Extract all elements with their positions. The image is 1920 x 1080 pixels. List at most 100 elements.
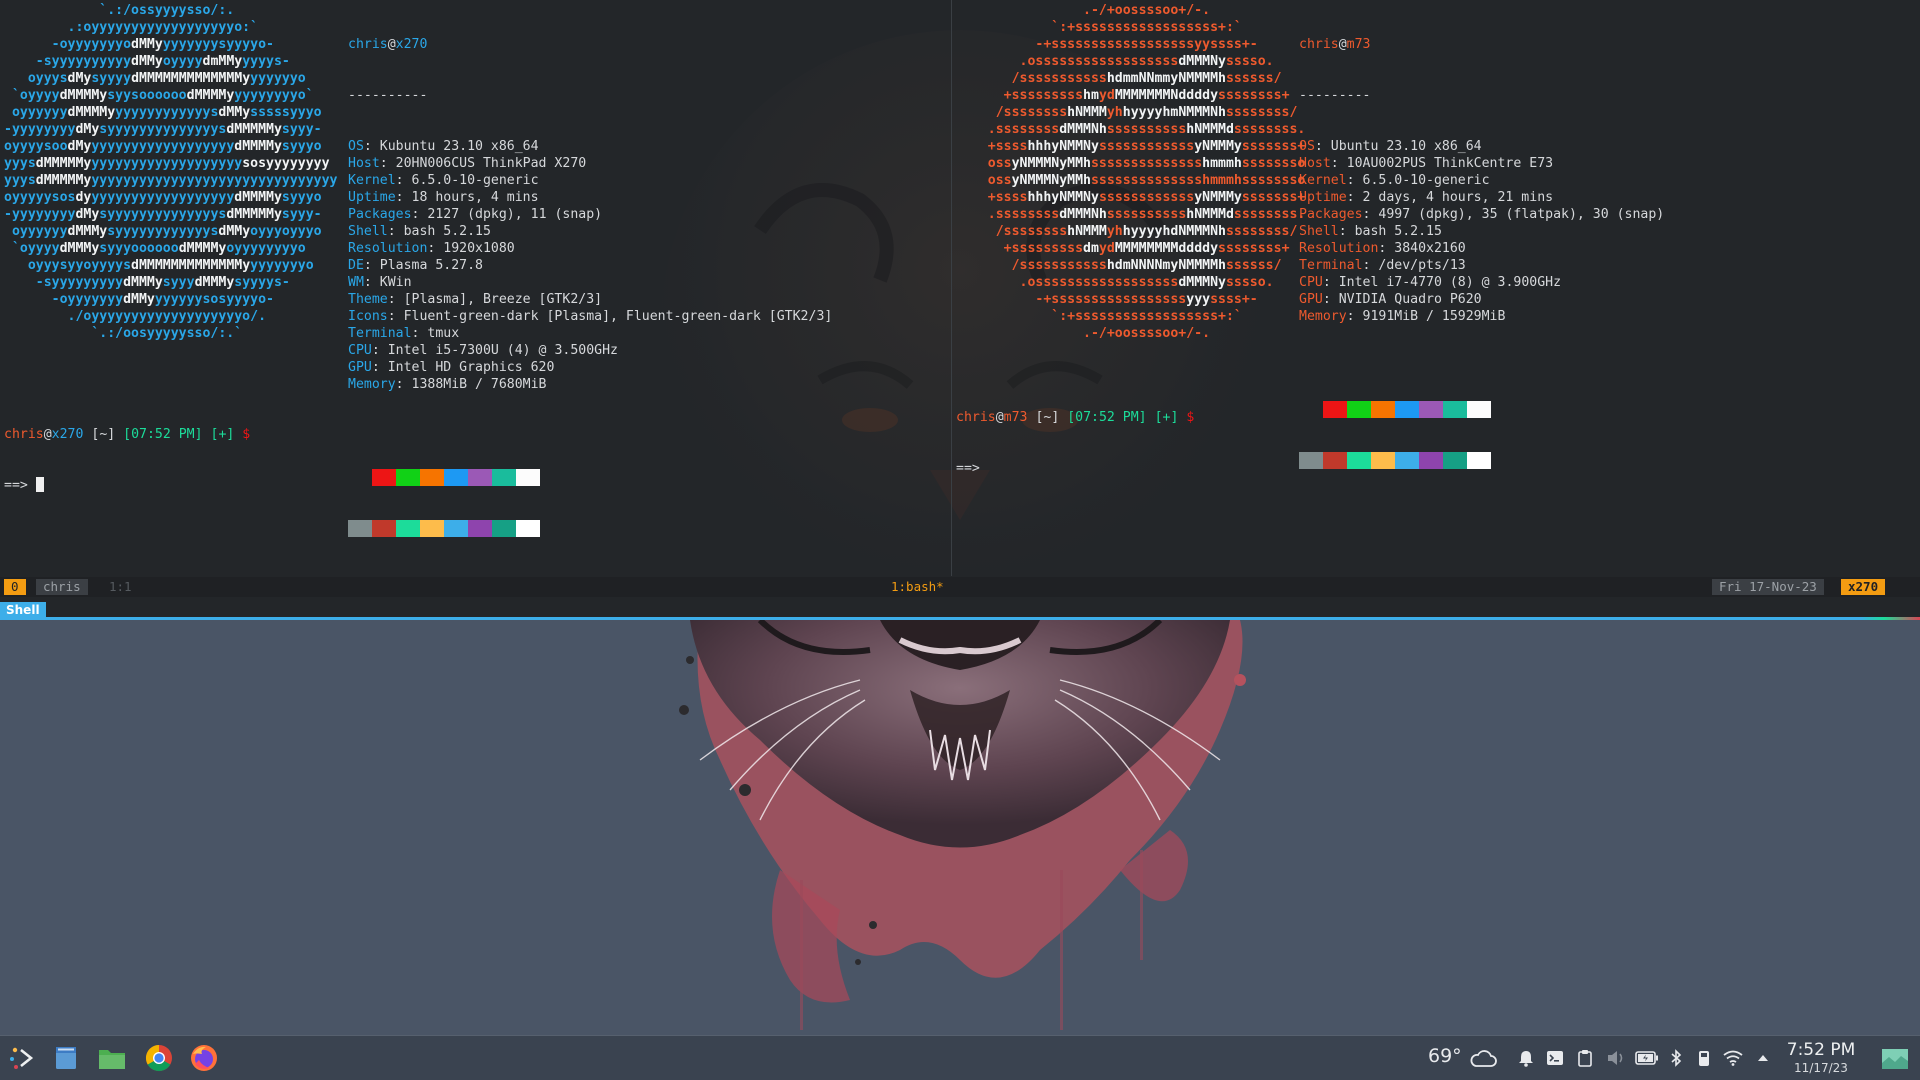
color-palette xyxy=(348,435,832,571)
cloud-icon[interactable] xyxy=(1468,1047,1498,1069)
ascii-logo-line: +sssssssssdmydMMMMMMMMddddyssssssss+ xyxy=(956,241,1290,256)
notes-icon[interactable] xyxy=(44,1036,88,1080)
terminal-tray-icon[interactable] xyxy=(1544,1047,1566,1069)
color-swatch xyxy=(348,469,372,486)
desktop-wallpaper[interactable] xyxy=(0,620,1920,1035)
neofetch-row-shell: Shell: bash 5.2.15 xyxy=(348,224,491,239)
neofetch-row-memory: Memory: 1388MiB / 7680MiB xyxy=(348,377,547,392)
show-desktop-icon[interactable] xyxy=(1880,1046,1910,1072)
color-swatch xyxy=(1395,401,1419,418)
plasma-taskbar: 69° 7:52 PM 11/17/23 xyxy=(0,1035,1920,1080)
files-icon[interactable] xyxy=(90,1036,134,1080)
neofetch-row-resolution: Resolution: 1920x1080 xyxy=(348,241,515,256)
ascii-logo-line: oyyyyysosdyyyyyyyyyyyyyyyyyyydMMMMysyyyo xyxy=(4,190,322,205)
color-swatch xyxy=(1347,401,1371,418)
ascii-logo-line: -yyyyyyyydMysyyyyyyyyyyyyyysdMMMMMysyyy- xyxy=(4,122,322,137)
color-swatch xyxy=(1443,452,1467,469)
color-swatch xyxy=(372,520,396,537)
tmux-session-number[interactable]: 0 xyxy=(4,579,26,595)
tmux-window-tab[interactable]: 1:bash* xyxy=(884,579,951,595)
tmux-pane-right[interactable]: .-/+oossssoo+/-. `:+ssssssssssssssssss+:… xyxy=(953,0,1913,576)
neofetch-row-icons: Icons: Fluent-green-dark [Plasma], Fluen… xyxy=(348,309,833,324)
color-swatch xyxy=(1443,401,1467,418)
neofetch-row-terminal: Terminal: tmux xyxy=(348,326,460,341)
ascii-logo-line: oyyysdMysyyyydMMMMMMMMMMMMMyyyyyyyo xyxy=(4,71,306,86)
color-swatch xyxy=(1467,452,1491,469)
chevron-up-icon[interactable] xyxy=(1754,1047,1772,1069)
launcher-icon[interactable] xyxy=(0,1036,44,1080)
device-notifier-icon[interactable] xyxy=(1694,1047,1714,1069)
ascii-logo-line: /ssssssssssshdmmNNmmyNMMMMhssssss/ xyxy=(956,71,1282,86)
neofetch-row-terminal: Terminal: /dev/pts/13 xyxy=(1299,258,1466,273)
color-swatch xyxy=(1419,401,1443,418)
ascii-logo-line: /ssssssssssshdmNNNNmyNMMMMhssssss/ xyxy=(956,258,1282,273)
ascii-logo-line: .ossssssssssssssssssdMMMNysssso. xyxy=(956,275,1274,290)
yakuake-terminal[interactable]: `.:/ossyyyysso/:. .:oyyyyyyyyyyyyyyyyyyo… xyxy=(0,0,1920,600)
ascii-logo-line: +sssshhhyNMMNyssssssssssssyNMMMysssssss+ xyxy=(956,139,1306,154)
ascii-logo-line: ./oyyyyyyyyyyyyyyyyyyyo/. xyxy=(4,309,267,324)
neofetch-row-memory: Memory: 9191MiB / 15929MiB xyxy=(1299,309,1506,324)
ascii-logo-line: -syyyyyyyyydMMMysyyydMMMysyyyys- xyxy=(4,275,290,290)
color-swatch xyxy=(348,520,372,537)
ascii-logo-line: `.:/ossyyyysso/:. xyxy=(4,3,235,18)
tmux-session-user: chris xyxy=(36,579,88,595)
color-swatch xyxy=(1371,401,1395,418)
color-swatch xyxy=(1299,452,1323,469)
shell-prompt-right[interactable]: chris@m73 [~] [07:52 PM] [+] $ ==> xyxy=(956,375,1194,511)
tmux-pane-position: 1:1 xyxy=(109,579,132,594)
neofetch-separator: ---------- xyxy=(348,88,428,103)
clock-time[interactable]: 7:52 PM xyxy=(1786,1040,1856,1060)
neofetch-row-uptime: Uptime: 18 hours, 4 mins xyxy=(348,190,539,205)
shell-prompt-left[interactable]: chris@x270 [~] [07:52 PM] [+] $ ==> xyxy=(4,392,250,528)
ascii-logo-line: .ssssssssdMMMNhsssssssssshNMMMdssssssss. xyxy=(956,122,1306,137)
color-swatch xyxy=(468,469,492,486)
ascii-logo-line: -+ssssssssssssssssssyyssss+- xyxy=(956,37,1258,52)
prompt-arrow: ==> xyxy=(956,461,980,476)
neofetch-row-wm: WM: KWin xyxy=(348,275,412,290)
ascii-logo-line: oyyyyyydMMMysyyyyyyyyyyyysdMMyoyyyoyyyo xyxy=(4,224,322,239)
color-swatch xyxy=(420,520,444,537)
color-swatch xyxy=(444,469,468,486)
battery-icon[interactable] xyxy=(1634,1047,1660,1069)
ascii-logo-line: /sssssssshNMMMyhhyyyyhdNMMMNhssssssss/ xyxy=(956,224,1298,239)
neofetch-row-packages: Packages: 4997 (dpkg), 35 (flatpak), 30 … xyxy=(1299,207,1665,222)
tmux-status-bar: 0 chris 1:1 1:bash* Fri 17-Nov-23 x270 xyxy=(0,577,1920,597)
neofetch-row-theme: Theme: [Plasma], Breeze [GTK2/3] xyxy=(348,292,603,307)
neofetch-row-kernel: Kernel: 6.5.0-10-generic xyxy=(1299,173,1490,188)
clock-date[interactable]: 11/17/23 xyxy=(1786,1061,1856,1075)
neofetch-row-host: Host: 10AU002PUS ThinkCentre E73 xyxy=(1299,156,1554,171)
neofetch-row-packages: Packages: 2127 (dpkg), 11 (snap) xyxy=(348,207,603,222)
neofetch-info-right: chris@m73 --------- OS: Ubuntu 23.10 x86… xyxy=(1299,2,1664,537)
ascii-logo-line: `:+ssssssssssssssssss+:` xyxy=(956,309,1242,324)
ascii-logo-line: oyyysyyoyyyysdMMMMMMMMMMMMMyyyyyyyyo xyxy=(4,258,314,273)
notification-bell-icon[interactable] xyxy=(1516,1047,1536,1069)
ascii-logo-line: `.:/oosyyyyysso/:.` xyxy=(4,326,243,341)
ascii-logo-line: oyyyyyydMMMMyyyyyyyyyyyyysdMMysssssyyyo xyxy=(4,105,322,120)
pane-divider[interactable] xyxy=(951,0,952,576)
bluetooth-icon[interactable] xyxy=(1666,1047,1686,1069)
tiger-wallpaper-art xyxy=(679,620,1246,1030)
neofetch-row-os: OS: Ubuntu 23.10 x86_64 xyxy=(1299,139,1482,154)
color-swatch xyxy=(1467,401,1491,418)
ascii-logo-line: ossyNMMMNyMMhsssssssssssssshmmmhssssssso xyxy=(956,156,1306,171)
prompt-arrow: ==> xyxy=(4,478,28,493)
chrome-icon[interactable] xyxy=(137,1036,181,1080)
clipboard-icon[interactable] xyxy=(1574,1047,1596,1069)
firefox-icon[interactable] xyxy=(182,1036,226,1080)
tmux-hostname: x270 xyxy=(1841,579,1886,595)
ascii-logo-line: -oyyyyyyyodMMyyyyyyyysyyyyo- xyxy=(4,37,274,52)
ascii-logo-kubuntu: `.:/ossyyyysso/:. .:oyyyyyyyyyyyyyyyyyyo… xyxy=(4,2,338,342)
color-swatch xyxy=(1419,452,1443,469)
weather-temperature[interactable]: 69° xyxy=(1428,1045,1462,1067)
tmux-pane-left[interactable]: `.:/ossyyyysso/:. .:oyyyyyyyyyyyyyyyyyyo… xyxy=(0,0,951,576)
tab-shell[interactable]: Shell xyxy=(0,602,46,618)
color-swatch xyxy=(1323,401,1347,418)
wifi-icon[interactable] xyxy=(1722,1047,1744,1069)
color-swatch xyxy=(1299,401,1323,418)
neofetch-row-cpu: CPU: Intel i7-4770 (8) @ 3.900GHz xyxy=(1299,275,1562,290)
ascii-logo-ubuntu: .-/+oossssoo+/-. `:+ssssssssssssssssss+:… xyxy=(956,2,1306,342)
volume-icon[interactable] xyxy=(1604,1047,1628,1069)
ascii-logo-line: yyysdMMMMMyyyyyyyyyyyyyyyyyyyyyyyyyyyyyy… xyxy=(4,173,338,188)
ascii-logo-line: +sssshhhyNMMNyssssssssssssyNMMMysssssss+ xyxy=(956,190,1306,205)
color-swatch xyxy=(492,520,516,537)
